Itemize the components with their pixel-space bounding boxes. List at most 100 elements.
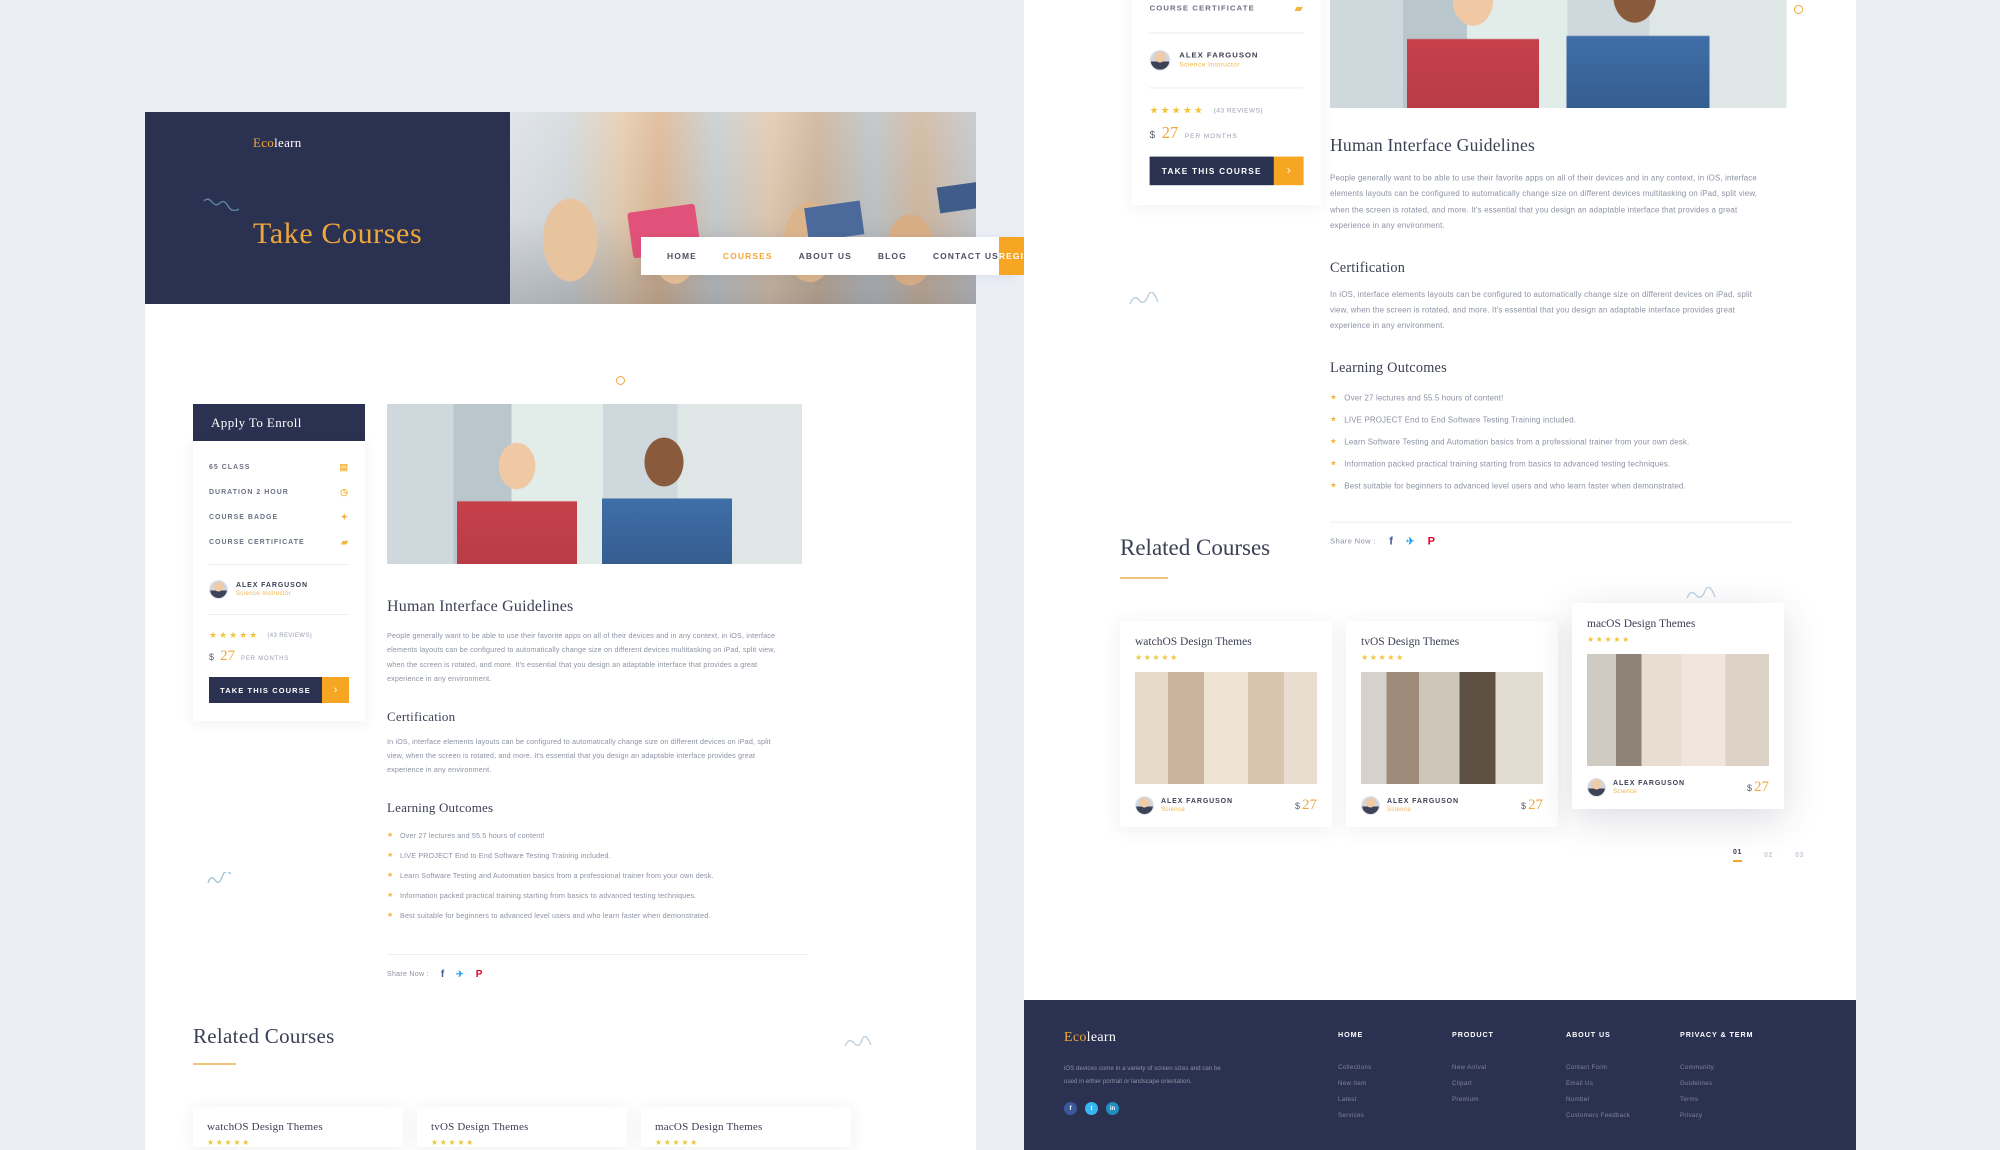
footer-link[interactable]: Services: [1338, 1107, 1452, 1123]
footer-link[interactable]: Latest: [1338, 1091, 1452, 1107]
course-card[interactable]: macOS Design Themes ★★★★★: [641, 1106, 851, 1147]
article-title: Human Interface Guidelines: [387, 598, 574, 615]
related-courses-section: Related Courses watchOS Design Themes ★★…: [145, 980, 976, 1147]
related-courses-grid: watchOS Design Themes ★★★★★ ALEX FARGUSO…: [1120, 603, 1840, 827]
enroll-card-scrolled: COURSE BADGE ✦ COURSE CERTIFICATE ▰ ALEX…: [1132, 0, 1322, 205]
footer-link[interactable]: New Arrival: [1452, 1059, 1566, 1075]
course-card[interactable]: macOS Design Themes ★★★★★ ALEX FARGUSON …: [1572, 603, 1784, 809]
footer-link[interactable]: Email Us: [1566, 1075, 1680, 1091]
course-card[interactable]: tvOS Design Themes ★★★★★ ALEX FARGUSON S…: [1346, 621, 1558, 827]
related-courses-grid: watchOS Design Themes ★★★★★ tvOS Design …: [193, 1106, 916, 1147]
price-value: 27: [220, 648, 236, 664]
footer-column-home: HOME Collections New Item Latest Service…: [1338, 1030, 1452, 1150]
course-card-title: tvOS Design Themes: [1361, 636, 1460, 648]
footer-link[interactable]: Number: [1566, 1091, 1680, 1107]
left-page-view: Take Courses HOME COURSES ABOUT US BLOG …: [0, 0, 1024, 1150]
nav-item-blog[interactable]: BLOG: [878, 251, 907, 261]
meta-row-class: 65 CLASS ▤: [209, 455, 349, 480]
course-card-role: Science: [1387, 807, 1412, 813]
pagination-page-02[interactable]: 02: [1764, 852, 1773, 859]
instructor-role: Science Instructor: [1179, 62, 1241, 69]
footer-link[interactable]: Privacy: [1680, 1107, 1794, 1123]
price-value: 27: [1161, 124, 1179, 143]
footer-link[interactable]: Terms: [1680, 1091, 1794, 1107]
nav-item-about-us[interactable]: ABOUT US: [799, 251, 852, 261]
take-this-course-button[interactable]: TAKE THIS COURSE ›: [209, 677, 349, 703]
course-card[interactable]: tvOS Design Themes ★★★★★: [417, 1106, 627, 1147]
footer-link[interactable]: Collections: [1338, 1059, 1452, 1075]
price-currency: $: [1520, 801, 1526, 811]
footer-link[interactable]: Customers Feedback: [1566, 1107, 1680, 1123]
footer-column-heading: PRIVACY & TERM: [1680, 1030, 1754, 1039]
squiggle-decoration-icon: [1129, 292, 1159, 305]
facebook-icon[interactable]: f: [1064, 1102, 1077, 1116]
course-card-role: Science: [1613, 789, 1638, 795]
footer-social-links: f t in: [1064, 1102, 1314, 1116]
meta-row-duration: DURATION 2 HOUR ◷: [209, 480, 349, 505]
instructor-block[interactable]: ALEX FARGUSON Science Instructor: [1149, 43, 1304, 77]
rating-row: ★★★★★ (43 REVIEWS): [1150, 98, 1304, 119]
article-intro: People generally want to be able to use …: [387, 631, 776, 684]
squiggle-decoration-icon: [844, 1035, 872, 1047]
pagination-page-01[interactable]: 01: [1733, 849, 1742, 862]
clock-icon: ◷: [340, 487, 349, 497]
site-logo[interactable]: Ecolearn: [253, 135, 302, 151]
list-item: Over 27 lectures and 55.5 hours of conte…: [1330, 387, 1792, 409]
related-courses-title: Related Courses: [1120, 535, 1271, 560]
learning-outcomes-heading: Learning Outcomes: [387, 799, 494, 815]
nav-item-home[interactable]: HOME: [667, 251, 697, 261]
instructor-block[interactable]: ALEX FARGUSON Science Instructor: [209, 574, 349, 605]
price-currency: $: [1294, 801, 1300, 811]
nav-item-contact-us[interactable]: CONTACT US: [933, 251, 999, 261]
course-card-image: [1361, 672, 1543, 784]
nav-item-courses[interactable]: COURSES: [723, 251, 773, 261]
chevron-right-icon: ›: [1273, 156, 1304, 186]
page-container: Take Courses HOME COURSES ABOUT US BLOG …: [145, 112, 1024, 1150]
title-underline: [193, 1062, 236, 1065]
hero-dark-block: [145, 112, 510, 304]
meta-label-certificate: COURSE CERTIFICATE: [209, 539, 305, 546]
price-value: 27: [1302, 797, 1317, 813]
course-card[interactable]: watchOS Design Themes ★★★★★: [193, 1106, 403, 1147]
course-card-title: watchOS Design Themes: [207, 1120, 323, 1133]
right-page-view: COURSE BADGE ✦ COURSE CERTIFICATE ▰ ALEX…: [1024, 0, 2000, 1150]
footer-link[interactable]: Premium: [1452, 1091, 1566, 1107]
list-item: Over 27 lectures and 55.5 hours of conte…: [387, 826, 916, 846]
footer-column-privacy-term: PRIVACY & TERM Community Guidelines Term…: [1680, 1030, 1794, 1150]
review-count: (43 REVIEWS): [1213, 107, 1264, 115]
footer-link[interactable]: New Item: [1338, 1075, 1452, 1091]
register-button[interactable]: REGISTER: [998, 237, 1024, 275]
avatar: [1361, 796, 1380, 815]
learning-outcomes-list: Over 27 lectures and 55.5 hours of conte…: [1330, 387, 1792, 497]
twitter-icon[interactable]: t: [1085, 1102, 1098, 1116]
squiggle-decoration-icon: [207, 872, 232, 884]
meta-label-badge: COURSE BADGE: [209, 514, 279, 521]
take-this-course-button[interactable]: TAKE THIS COURSE ›: [1149, 156, 1304, 186]
star-rating-icon: ★★★★★: [207, 1137, 251, 1147]
twitter-icon[interactable]: ✈: [456, 969, 464, 980]
meta-row-badge: COURSE BADGE ✦: [209, 505, 349, 530]
course-card[interactable]: watchOS Design Themes ★★★★★ ALEX FARGUSO…: [1120, 621, 1332, 827]
price-period: PER MONTHS: [1184, 133, 1238, 141]
divider: [209, 614, 349, 615]
linkedin-icon[interactable]: in: [1106, 1102, 1119, 1116]
facebook-icon[interactable]: f: [441, 969, 444, 980]
price-value: 27: [1754, 779, 1769, 795]
article-title: Human Interface Guidelines: [1330, 136, 1536, 156]
course-hero-image: [387, 404, 802, 564]
pinterest-icon[interactable]: P: [476, 969, 483, 980]
carousel-pagination: 01 02 03: [1120, 849, 1840, 862]
footer-column-heading: ABOUT US: [1566, 1030, 1611, 1039]
meta-row-certificate: COURSE CERTIFICATE ▰: [209, 530, 349, 555]
logo-last: learn: [274, 135, 302, 150]
star-rating-icon: ★★★★★: [209, 630, 260, 640]
footer-link[interactable]: Contact Form: [1566, 1059, 1680, 1075]
article-intro: People generally want to be able to use …: [1330, 172, 1758, 231]
pagination-page-03[interactable]: 03: [1795, 852, 1804, 859]
star-rating-icon: ★★★★★: [431, 1137, 475, 1147]
article-scrolled: Human Interface Guidelines People genera…: [1330, 0, 1792, 548]
footer-link[interactable]: Guidelines: [1680, 1075, 1794, 1091]
footer-link[interactable]: Clipart: [1452, 1075, 1566, 1091]
logo-first: Eco: [253, 135, 275, 150]
footer-link[interactable]: Community: [1680, 1059, 1794, 1075]
